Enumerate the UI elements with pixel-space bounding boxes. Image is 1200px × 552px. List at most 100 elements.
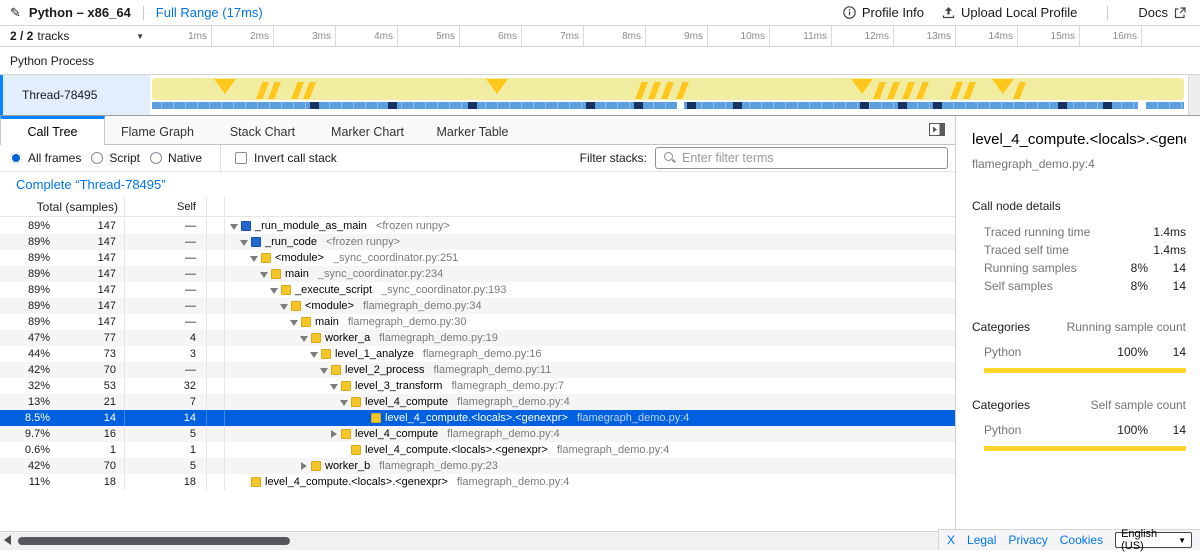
tree-cell: main_sync_coordinator.py:234 — [225, 266, 955, 282]
twisty-icon[interactable] — [328, 426, 341, 442]
twisty-icon[interactable] — [288, 314, 301, 330]
category-square-icon — [301, 317, 311, 327]
search-icon — [664, 152, 676, 164]
footer: X Legal Privacy Cookies English (US) ▼ — [938, 529, 1200, 550]
table-row[interactable]: 89%147—_run_code<frozen runpy> — [0, 234, 955, 250]
table-row[interactable]: 89%147—_execute_script_sync_coordinator.… — [0, 282, 955, 298]
twisty-icon[interactable] — [298, 330, 311, 346]
docs-button[interactable]: Docs — [1138, 5, 1186, 20]
function-name: _execute_script — [295, 284, 372, 296]
twisty-icon[interactable] — [278, 298, 291, 314]
track-scrollbar[interactable] — [1188, 75, 1200, 115]
table-row[interactable]: 47%774worker_aflamegraph_demo.py:19 — [0, 330, 955, 346]
category-header: CategoriesSelf sample count — [972, 398, 1186, 412]
table-row[interactable]: 11%1818level_4_compute.<locals>.<genexpr… — [0, 474, 955, 490]
tab-flame-graph[interactable]: Flame Graph — [105, 116, 210, 144]
footer-link-cookies[interactable]: Cookies — [1060, 533, 1103, 547]
sidebar: level_4_compute.<locals>.<genex… flamegr… — [955, 116, 1200, 530]
table-row[interactable]: 32%5332level_3_transformflamegraph_demo.… — [0, 378, 955, 394]
language-select[interactable]: English (US) ▼ — [1115, 532, 1192, 548]
total-samples: 147 — [50, 268, 124, 280]
column-header-self: Self — [125, 197, 207, 216]
twisty-icon[interactable] — [248, 250, 261, 266]
tab-marker-chart[interactable]: Marker Chart — [315, 116, 420, 144]
table-row[interactable]: 89%147—main_sync_coordinator.py:234 — [0, 266, 955, 282]
thread-track-label[interactable]: Thread-78495 — [0, 75, 150, 115]
category-name: Python — [972, 343, 1021, 361]
tree-cell: _run_module_as_main<frozen runpy> — [225, 218, 955, 234]
function-name: _run_code — [265, 236, 317, 248]
scroll-left-arrow-icon[interactable] — [4, 535, 11, 545]
process-track-header[interactable]: Python Process — [0, 47, 1200, 75]
tab-marker-table[interactable]: Marker Table — [420, 116, 525, 144]
tracks-dropdown[interactable]: 2 / 2 tracks ▼ — [0, 26, 150, 46]
footer-link-privacy[interactable]: Privacy — [1008, 533, 1047, 547]
table-row[interactable]: 89%147—_run_module_as_main<frozen runpy> — [0, 218, 955, 234]
table-row[interactable]: 89%147—<module>flamegraph_demo.py:34 — [0, 298, 955, 314]
filter-stacks-input[interactable] — [655, 147, 948, 169]
detail-percent: 8% — [1131, 259, 1148, 277]
table-row[interactable]: 42%705worker_bflamegraph_demo.py:23 — [0, 458, 955, 474]
total-percent: 42% — [0, 460, 50, 472]
twisty-icon[interactable] — [258, 266, 271, 282]
function-name: level_2_process — [345, 364, 425, 376]
ruler-tick: 3ms — [274, 26, 336, 46]
total-samples: 147 — [50, 236, 124, 248]
category-square-icon — [251, 477, 261, 487]
icon-cell — [207, 266, 225, 282]
breadcrumb[interactable]: Complete “Thread-78495” — [16, 177, 166, 192]
thread-activity-graph[interactable] — [150, 75, 1200, 115]
table-row[interactable]: 44%733level_1_analyzeflamegraph_demo.py:… — [0, 346, 955, 362]
radio-icon — [150, 152, 162, 164]
table-row[interactable]: 9.7%165level_4_computeflamegraph_demo.py… — [0, 426, 955, 442]
twisty-icon[interactable] — [308, 346, 321, 362]
twisty-icon[interactable] — [328, 378, 341, 394]
category-name: Python — [972, 421, 1021, 439]
horizontal-scrollbar-thumb[interactable] — [18, 537, 290, 545]
twisty-icon[interactable] — [268, 282, 281, 298]
icon-cell — [207, 330, 225, 346]
self-cell: 5 — [125, 426, 207, 442]
chevron-down-icon: ▼ — [136, 32, 144, 41]
twisty-icon[interactable] — [238, 234, 251, 250]
function-name: _run_module_as_main — [255, 220, 367, 232]
function-location: flamegraph_demo.py:19 — [379, 332, 498, 344]
self-cell: 18 — [125, 474, 207, 490]
table-row[interactable]: 89%147—mainflamegraph_demo.py:30 — [0, 314, 955, 330]
twisty-icon[interactable] — [318, 362, 331, 378]
thread-track[interactable]: Thread-78495 — [0, 75, 1200, 116]
radio-native[interactable]: Native — [150, 151, 202, 165]
checkbox-icon — [235, 152, 247, 164]
table-row[interactable]: 13%217level_4_computeflamegraph_demo.py:… — [0, 394, 955, 410]
category-row: Python100%14 — [972, 343, 1186, 361]
table-row[interactable]: 8.5%1414level_4_compute.<locals>.<genexp… — [0, 410, 955, 426]
function-location: flamegraph_demo.py:16 — [423, 348, 542, 360]
upload-button[interactable]: Upload Local Profile — [942, 5, 1077, 20]
profile-info-button[interactable]: Profile Info — [843, 5, 924, 20]
tab-call-tree[interactable]: Call Tree — [0, 116, 105, 145]
tree-cell: _execute_script_sync_coordinator.py:193 — [225, 282, 955, 298]
function-name: worker_a — [325, 332, 370, 344]
ruler-ticks: 1ms2ms3ms4ms5ms6ms7ms8ms9ms10ms11ms12ms1… — [150, 26, 1142, 46]
radio-all-frames[interactable]: All frames — [10, 151, 81, 165]
invert-call-stack-checkbox[interactable]: Invert call stack — [235, 151, 337, 165]
table-row[interactable]: 0.6%11level_4_compute.<locals>.<genexpr>… — [0, 442, 955, 458]
twisty-icon[interactable] — [228, 218, 241, 234]
total-cell: 42%70 — [0, 362, 125, 378]
total-samples: 73 — [50, 348, 124, 360]
sidebar-toggle-button[interactable] — [929, 123, 946, 137]
ruler-tick: 12ms — [832, 26, 894, 46]
full-range-link[interactable]: Full Range (17ms) — [156, 5, 263, 20]
table-row[interactable]: 42%70—level_2_processflamegraph_demo.py:… — [0, 362, 955, 378]
footer-link-x[interactable]: X — [947, 533, 955, 547]
ruler-tick: 4ms — [336, 26, 398, 46]
twisty-icon[interactable] — [298, 458, 311, 474]
tab-stack-chart[interactable]: Stack Chart — [210, 116, 315, 144]
category-square-icon — [311, 461, 321, 471]
table-row[interactable]: 89%147—<module>_sync_coordinator.py:251 — [0, 250, 955, 266]
radio-script[interactable]: Script — [91, 151, 140, 165]
footer-link-legal[interactable]: Legal — [967, 533, 996, 547]
twisty-icon[interactable] — [338, 394, 351, 410]
total-samples: 147 — [50, 300, 124, 312]
category-count-header: Self sample count — [1091, 398, 1186, 412]
